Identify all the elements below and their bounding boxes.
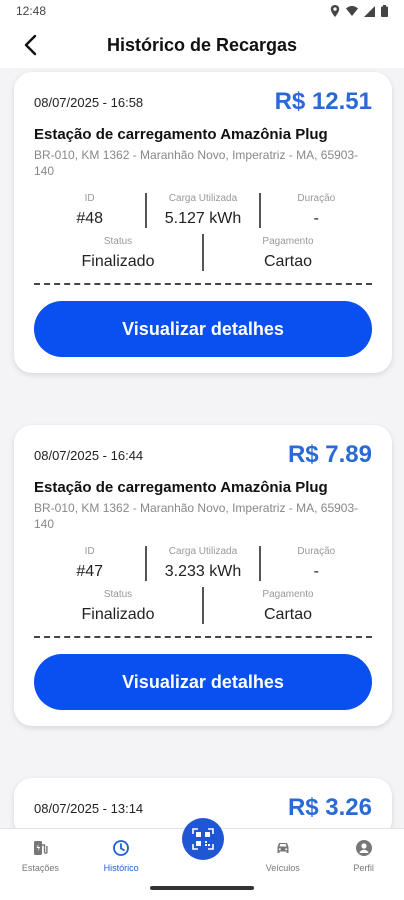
- metric-label: Status: [103, 589, 133, 600]
- recharge-amount: R$ 12.51: [274, 88, 372, 115]
- home-indicator: [150, 886, 254, 890]
- metrics-row: ID #47 Carga Utilizada 3.233 kWh Duração…: [34, 546, 372, 581]
- person-icon: [355, 840, 372, 856]
- metric-label: ID: [84, 193, 95, 204]
- recharge-amount: R$ 3.26: [287, 794, 372, 821]
- nav-label: Histórico: [103, 863, 139, 873]
- recharge-card: 08/07/2025 - 16:58 R$ 12.51 Estação de c…: [14, 72, 392, 373]
- nav-item-historico[interactable]: Histórico: [86, 839, 156, 873]
- nav-label: Estações: [21, 863, 59, 873]
- metric-id: ID #48: [34, 193, 145, 228]
- view-details-button[interactable]: Visualizar detalhes: [34, 301, 372, 357]
- metric-status: Status Finalizado: [34, 234, 202, 271]
- metric-energy: Carga Utilizada 5.127 kWh: [145, 193, 258, 228]
- metric-label: Duração: [297, 546, 336, 557]
- back-button[interactable]: [18, 32, 44, 58]
- metric-label: ID: [84, 546, 95, 557]
- recharge-date: 08/07/2025 - 13:14: [34, 800, 144, 816]
- metric-energy: Carga Utilizada 3.233 kWh: [145, 546, 258, 581]
- clock-icon: [113, 840, 130, 856]
- metric-label: Pagamento: [262, 236, 314, 247]
- nav-label: Veículos: [265, 863, 300, 873]
- metric-label: Status: [103, 236, 133, 247]
- ev-station-icon: [34, 841, 48, 855]
- recharge-card: 08/07/2025 - 16:44 R$ 7.89 Estação de ca…: [14, 425, 392, 726]
- recharge-list[interactable]: 08/07/2025 - 16:58 R$ 12.51 Estação de c…: [0, 68, 404, 828]
- metric-value: -: [313, 563, 319, 580]
- status-icons: [330, 5, 388, 17]
- metric-value: 3.233 kWh: [164, 563, 242, 580]
- nav-item-perfil[interactable]: Perfil: [329, 839, 399, 873]
- dashed-divider: [34, 283, 372, 285]
- station-name: Estação de carregamento Amazônia Plug: [34, 479, 328, 496]
- metric-label: Duração: [297, 193, 336, 204]
- metric-label: Carga Utilizada: [168, 193, 238, 204]
- metrics-row: Status Finalizado Pagamento Cartao: [34, 234, 372, 271]
- qr-code-icon: [192, 828, 214, 850]
- nav-label: Perfil: [353, 863, 374, 873]
- metric-id: ID #47: [34, 546, 145, 581]
- metric-value: 5.127 kWh: [164, 210, 242, 227]
- view-details-button[interactable]: Visualizar detalhes: [34, 654, 372, 710]
- station-address: BR-010, KM 1362 - Maranhão Novo, Imperat…: [34, 148, 359, 178]
- wifi-icon: [346, 6, 358, 16]
- recharge-amount: R$ 7.89: [287, 441, 372, 468]
- nav-item-estacoes[interactable]: Estações: [5, 839, 75, 873]
- dashed-divider: [34, 636, 372, 638]
- metric-value: #48: [76, 210, 104, 227]
- metric-value: #47: [76, 563, 104, 580]
- status-time: 12:48: [16, 4, 47, 18]
- metric-status: Status Finalizado: [34, 587, 202, 624]
- recharge-date: 08/07/2025 - 16:58: [34, 94, 144, 110]
- nav-item-veiculos[interactable]: Veículos: [248, 839, 318, 873]
- recharge-date: 08/07/2025 - 16:44: [34, 447, 144, 463]
- app-header: Histórico de Recargas: [0, 22, 404, 68]
- metric-value: Cartao: [263, 606, 313, 623]
- metrics-row: ID #48 Carga Utilizada 5.127 kWh Duração…: [34, 193, 372, 228]
- station-name: Estação de carregamento Amazônia Plug: [34, 126, 328, 143]
- station-address: BR-010, KM 1362 - Maranhão Novo, Imperat…: [34, 501, 359, 531]
- page-title: Histórico de Recargas: [106, 34, 298, 55]
- metric-value: Finalizado: [81, 253, 155, 270]
- metric-value: Cartao: [263, 253, 313, 270]
- signal-icon: [364, 5, 375, 17]
- back-arrow-icon: [24, 34, 37, 56]
- metrics-row: Status Finalizado Pagamento Cartao: [34, 587, 372, 624]
- metric-payment: Pagamento Cartao: [202, 234, 372, 271]
- metric-duration: Duração -: [258, 193, 372, 228]
- metric-payment: Pagamento Cartao: [202, 587, 372, 624]
- car-icon: [277, 843, 289, 853]
- qr-scan-button[interactable]: [182, 818, 224, 860]
- battery-icon: [381, 5, 388, 17]
- metric-value: -: [313, 210, 319, 227]
- metric-value: Finalizado: [81, 606, 155, 623]
- status-bar: 12:48: [0, 0, 404, 22]
- metric-label: Carga Utilizada: [168, 546, 238, 557]
- location-icon: [330, 5, 340, 17]
- metric-duration: Duração -: [258, 546, 372, 581]
- metric-label: Pagamento: [262, 589, 314, 600]
